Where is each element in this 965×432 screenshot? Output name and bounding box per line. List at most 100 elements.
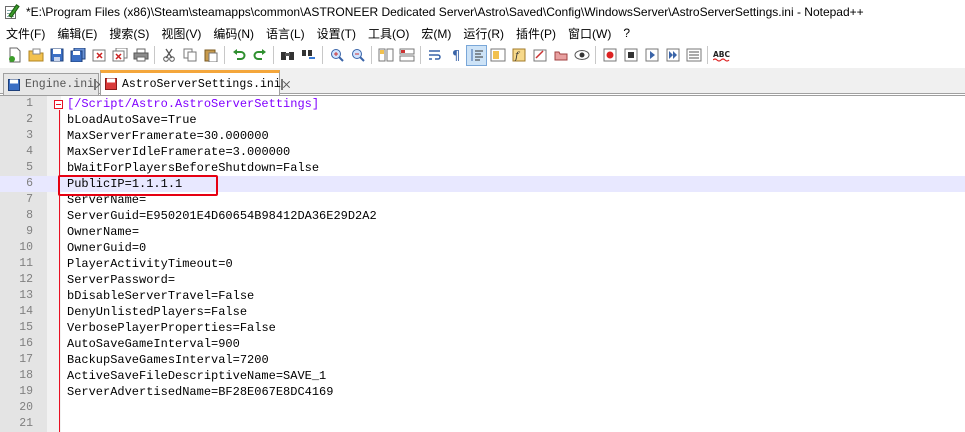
menu-window[interactable]: 窗口(W) <box>562 25 617 42</box>
code-line[interactable]: 4 MaxServerIdleFramerate=3.000000 <box>0 144 965 160</box>
sync-vertical-icon[interactable] <box>375 45 396 66</box>
tab-bar: Engine.ini AstroServerSettings.ini <box>0 68 965 95</box>
zoom-in-icon[interactable] <box>326 45 347 66</box>
menu-file[interactable]: 文件(F) <box>0 25 51 42</box>
zoom-out-icon[interactable] <box>347 45 368 66</box>
setting-value: 0 <box>225 257 233 271</box>
save-all-icon[interactable] <box>67 45 88 66</box>
toolbar-separator <box>224 46 225 64</box>
redo-icon[interactable] <box>249 45 270 66</box>
indent-guide-icon[interactable] <box>466 44 487 66</box>
code-line[interactable]: 2 bLoadAutoSave=True <box>0 112 965 128</box>
setting-key: ServerGuid <box>67 209 140 223</box>
line-number: 16 <box>19 337 33 350</box>
setting-key: ServerPassword <box>67 273 168 287</box>
folder-workspace-icon[interactable] <box>529 45 550 66</box>
equals-sign: = <box>196 129 204 143</box>
folder-icon[interactable] <box>550 45 571 66</box>
code-line[interactable]: 16 AutoSaveGameInterval=900 <box>0 336 965 352</box>
close-icon[interactable] <box>88 45 109 66</box>
setting-value: 3.000000 <box>232 145 291 159</box>
code-line[interactable]: 18 ActiveSaveFileDescriptiveName=SAVE_1 <box>0 368 965 384</box>
code-line[interactable]: 12 ServerPassword= <box>0 272 965 288</box>
function-list-icon[interactable]: f <box>508 45 529 66</box>
line-number: 12 <box>19 273 33 286</box>
code-line[interactable]: 19 ServerAdvertisedName=BF28E067E8DC4169 <box>0 384 965 400</box>
menu-help[interactable]: ? <box>617 26 636 40</box>
new-file-icon[interactable] <box>4 45 25 66</box>
tab-astroserversettings-ini[interactable]: AstroServerSettings.ini <box>100 70 283 95</box>
menu-settings[interactable]: 设置(T) <box>311 25 362 42</box>
setting-value: BF28E067E8DC4169 <box>218 385 334 399</box>
code-line[interactable]: 11 PlayerActivityTimeout=0 <box>0 256 965 272</box>
setting-value: 7200 <box>239 353 269 367</box>
setting-value: False <box>211 305 248 319</box>
line-number: 18 <box>19 369 33 382</box>
save-icon[interactable] <box>46 45 67 66</box>
monitoring-icon[interactable] <box>571 45 592 66</box>
paste-icon[interactable] <box>200 45 221 66</box>
line-number: 7 <box>26 193 33 206</box>
menu-encoding[interactable]: 编码(N) <box>207 25 260 42</box>
undo-icon[interactable] <box>228 45 249 66</box>
cut-icon[interactable] <box>158 45 179 66</box>
menu-search[interactable]: 搜索(S) <box>103 25 155 42</box>
menu-plugins[interactable]: 插件(P) <box>510 25 562 42</box>
code-line[interactable]: 9 OwnerName= <box>0 224 965 240</box>
setting-key: OwnerName <box>67 225 132 239</box>
spell-check-icon[interactable]: ABC <box>711 45 732 66</box>
tab-close-icon[interactable] <box>94 79 97 90</box>
copy-icon[interactable] <box>179 45 200 66</box>
play-macro-icon[interactable] <box>641 45 662 66</box>
menu-language[interactable]: 语言(L) <box>260 25 311 42</box>
code-line[interactable]: 21 <box>0 416 965 432</box>
word-wrap-icon[interactable] <box>424 45 445 66</box>
line-number: 21 <box>19 417 33 430</box>
code-line[interactable]: 13 bDisableServerTravel=False <box>0 288 965 304</box>
menu-view[interactable]: 视图(V) <box>155 25 207 42</box>
line-number: 20 <box>19 401 33 414</box>
menu-edit[interactable]: 编辑(E) <box>51 25 103 42</box>
menu-tools[interactable]: 工具(O) <box>362 25 415 42</box>
tab-label: AstroServerSettings.ini <box>122 77 281 91</box>
close-all-icon[interactable] <box>109 45 130 66</box>
save-macro-icon[interactable] <box>683 45 704 66</box>
show-all-chars-icon[interactable]: ¶ <box>445 45 466 66</box>
record-macro-icon[interactable] <box>599 45 620 66</box>
setting-key: MaxServerFramerate <box>67 129 197 143</box>
open-file-icon[interactable] <box>25 45 46 66</box>
setting-value: True <box>167 113 197 127</box>
setting-value: False <box>283 161 320 175</box>
line-number: 14 <box>19 305 33 318</box>
setting-key: BackupSaveGamesInterval <box>67 353 233 367</box>
stop-record-icon[interactable] <box>620 45 641 66</box>
code-line[interactable]: 14 DenyUnlistedPlayers=False <box>0 304 965 320</box>
setting-value: SAVE_1 <box>283 369 327 383</box>
replace-icon[interactable] <box>298 45 319 66</box>
tab-engine-ini[interactable]: Engine.ini <box>3 73 99 95</box>
code-line[interactable]: 17 BackupSaveGamesInterval=7200 <box>0 352 965 368</box>
line-number: 4 <box>26 145 33 158</box>
setting-value: False <box>239 321 276 335</box>
code-line[interactable]: 20 <box>0 400 965 416</box>
tab-close-icon[interactable] <box>280 78 283 90</box>
fold-toggle-icon[interactable] <box>54 100 63 109</box>
find-icon[interactable] <box>277 45 298 66</box>
line-number: 6 <box>26 177 33 190</box>
setting-value: False <box>218 289 255 303</box>
text-editor[interactable]: 1 [/Script/Astro.AstroServerSettings] 2 bL… <box>0 95 965 432</box>
line-number: 17 <box>19 353 33 366</box>
code-line[interactable]: 1 [/Script/Astro.AstroServerSettings] <box>0 96 965 112</box>
code-line[interactable]: 15 VerbosePlayerProperties=False <box>0 320 965 336</box>
menu-run[interactable]: 运行(R) <box>457 25 510 42</box>
doc-map-icon[interactable] <box>487 45 508 66</box>
code-line[interactable]: 3 MaxServerFramerate=30.000000 <box>0 128 965 144</box>
code-line[interactable]: 8 ServerGuid=E950201E4D60654B98412DA36E29… <box>0 208 965 224</box>
menu-macro[interactable]: 宏(M) <box>415 25 457 42</box>
code-line[interactable]: 10 OwnerGuid=0 <box>0 240 965 256</box>
equals-sign: = <box>232 321 240 335</box>
sync-horizontal-icon[interactable] <box>396 45 417 66</box>
code-line[interactable]: 5 bWaitForPlayersBeforeShutdown=False <box>0 160 965 176</box>
print-icon[interactable] <box>130 45 151 66</box>
run-macro-multiple-icon[interactable] <box>662 45 683 66</box>
